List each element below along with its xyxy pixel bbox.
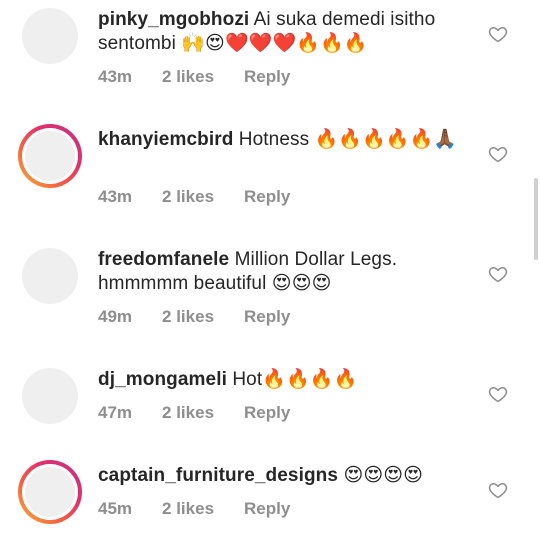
comment-likes[interactable]: 2 likes bbox=[162, 67, 214, 87]
comment-body: pinky_mgobhozi Ai suka demedi isitho sen… bbox=[98, 8, 478, 56]
avatar[interactable] bbox=[22, 248, 78, 304]
heart-outline-icon[interactable] bbox=[488, 480, 508, 500]
avatar-with-story-ring[interactable] bbox=[18, 124, 82, 188]
comment-time: 43m bbox=[98, 67, 133, 86]
comment-time: 43m bbox=[98, 187, 133, 206]
avatar-ring-gap bbox=[22, 464, 78, 520]
comment-meta: 43m 2 likes Reply bbox=[98, 67, 290, 87]
heart-outline-icon[interactable] bbox=[488, 384, 508, 404]
comment-likes[interactable]: 2 likes bbox=[162, 499, 214, 519]
heart-outline-icon[interactable] bbox=[488, 24, 508, 44]
avatar bbox=[25, 467, 75, 517]
heart-outline-icon[interactable] bbox=[488, 264, 508, 284]
reply-button[interactable]: Reply bbox=[244, 499, 290, 519]
reply-button[interactable]: Reply bbox=[244, 187, 290, 207]
avatar[interactable] bbox=[22, 368, 78, 424]
reply-button[interactable]: Reply bbox=[244, 403, 290, 423]
avatar-with-story-ring[interactable] bbox=[18, 460, 82, 524]
comment-time: 45m bbox=[98, 499, 133, 518]
comment-likes[interactable]: 2 likes bbox=[162, 403, 214, 423]
comment-meta: 45m 2 likes Reply bbox=[98, 499, 290, 519]
comment-text: Hotness 🔥🔥🔥🔥🔥🙏🏾 bbox=[233, 129, 458, 150]
reply-button[interactable]: Reply bbox=[244, 307, 290, 327]
heart-outline-icon[interactable] bbox=[488, 144, 508, 164]
comment-text: 😍😍😍😍 bbox=[338, 465, 424, 486]
avatar-ring-gap bbox=[22, 128, 78, 184]
comment-time: 47m bbox=[98, 403, 133, 422]
comment-text: Hot🔥🔥🔥🔥 bbox=[226, 369, 358, 390]
comment-body: freedomfanele Million Dollar Legs. hmmmm… bbox=[98, 248, 478, 296]
comment-time: 49m bbox=[98, 307, 133, 326]
comment-likes[interactable]: 2 likes bbox=[162, 187, 214, 207]
avatar[interactable] bbox=[22, 8, 78, 64]
comment-body: khanyiemcbird Hotness 🔥🔥🔥🔥🔥🙏🏾 bbox=[98, 128, 468, 152]
reply-button[interactable]: Reply bbox=[244, 67, 290, 87]
comment-meta: 49m 2 likes Reply bbox=[98, 307, 290, 327]
comment-username[interactable]: dj_mongameli bbox=[98, 369, 227, 390]
comment-likes[interactable]: 2 likes bbox=[162, 307, 214, 327]
comment-username[interactable]: khanyiemcbird bbox=[98, 129, 233, 150]
comment-username[interactable]: pinky_mgobhozi bbox=[98, 9, 249, 30]
comment-body: captain_furniture_designs 😍😍😍😍 bbox=[98, 464, 478, 488]
scrollbar[interactable] bbox=[534, 178, 538, 260]
avatar bbox=[25, 131, 75, 181]
comment-list: pinky_mgobhozi Ai suka demedi isitho sen… bbox=[0, 0, 540, 553]
comment-body: dj_mongameli Hot🔥🔥🔥🔥 bbox=[98, 368, 478, 392]
comment-meta: 43m 2 likes Reply bbox=[98, 187, 290, 207]
comment-username[interactable]: freedomfanele bbox=[98, 249, 229, 270]
comment-username[interactable]: captain_furniture_designs bbox=[98, 465, 338, 486]
comment-meta: 47m 2 likes Reply bbox=[98, 403, 290, 423]
